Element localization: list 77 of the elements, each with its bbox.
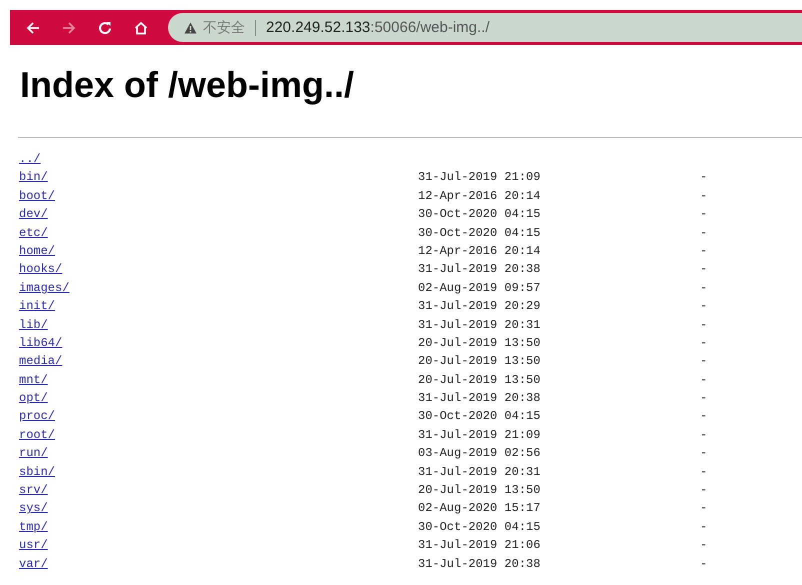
directory-link[interactable]: ../ <box>19 150 418 168</box>
directory-link[interactable]: lib/ <box>19 316 418 334</box>
right-arrow-icon <box>61 20 77 36</box>
modified-date: 31-Jul-2019 20:31 <box>418 316 542 334</box>
file-size: - <box>700 426 708 444</box>
file-size: - <box>700 445 708 462</box>
modified-date: 20-Jul-2019 13:50 <box>418 482 542 500</box>
file-size: - <box>700 188 708 205</box>
file-size: - <box>700 464 708 481</box>
file-size: - <box>700 482 708 500</box>
modified-date: 31-Jul-2019 20:31 <box>418 464 542 481</box>
directory-link[interactable]: home/ <box>19 242 418 260</box>
modified-date: 30-Oct-2020 04:15 <box>418 224 542 242</box>
directory-link[interactable]: opt/ <box>19 389 418 408</box>
page-heading: Index of /web-img../ <box>20 63 356 107</box>
file-size: - <box>700 537 708 554</box>
modified-date: 31-Jul-2019 20:29 <box>418 298 542 316</box>
modified-date: 30-Oct-2020 04:15 <box>418 408 542 426</box>
url-path: :50066/web-img../ <box>370 19 490 36</box>
modified-date: 03-Aug-2019 02:56 <box>418 445 542 462</box>
directory-link[interactable]: tmp/ <box>19 518 418 536</box>
file-size: - <box>700 372 708 389</box>
file-size: - <box>700 518 708 536</box>
modified-date: 31-Jul-2019 20:38 <box>418 556 542 573</box>
directory-link[interactable]: usr/ <box>19 536 418 555</box>
modified-date: 20-Jul-2019 13:50 <box>418 353 542 370</box>
directory-link[interactable]: proc/ <box>19 407 418 426</box>
directory-link[interactable]: images/ <box>19 278 418 298</box>
directory-link[interactable]: sbin/ <box>19 462 418 482</box>
file-size: - <box>700 169 708 186</box>
file-size: - <box>700 206 708 224</box>
security-label: 不安全 <box>203 18 245 36</box>
file-size: - <box>700 224 708 242</box>
url-host: 220.249.52.133 <box>266 19 370 36</box>
file-size: - <box>700 280 708 297</box>
directory-link[interactable]: hooks/ <box>19 260 418 279</box>
directory-link[interactable]: init/ <box>19 297 418 316</box>
address-bar[interactable]: 不安全 220.249.52.133:50066/web-img../ <box>168 13 802 42</box>
directory-link[interactable]: sys/ <box>19 499 418 518</box>
modified-date: 20-Jul-2019 13:50 <box>418 372 542 389</box>
modified-date: 31-Jul-2019 21:06 <box>418 537 542 554</box>
home-icon <box>133 20 149 36</box>
modified-date: 12-Apr-2016 20:14 <box>418 242 542 260</box>
directory-link[interactable]: etc/ <box>19 224 418 242</box>
directory-link[interactable]: media/ <box>19 352 418 371</box>
warning-icon <box>184 22 197 34</box>
directory-link[interactable]: var/ <box>19 554 418 573</box>
file-size: - <box>700 556 708 573</box>
directory-link[interactable]: dev/ <box>19 205 418 224</box>
directory-link[interactable]: mnt/ <box>19 370 418 390</box>
directory-link[interactable]: lib64/ <box>19 334 418 352</box>
modified-date: 02-Aug-2019 09:57 <box>418 280 542 297</box>
reload-icon <box>97 20 113 36</box>
file-size: - <box>700 390 708 408</box>
modified-date: 12-Apr-2016 20:14 <box>418 188 542 205</box>
file-size: - <box>700 500 708 518</box>
modified-date: 20-Jul-2019 13:50 <box>418 334 542 352</box>
directory-link[interactable]: srv/ <box>19 481 418 500</box>
file-size: - <box>700 408 708 426</box>
modified-date: 30-Oct-2020 04:15 <box>418 518 542 536</box>
file-size: - <box>700 316 708 334</box>
directory-link[interactable]: bin/ <box>19 168 418 187</box>
file-size: - <box>700 334 708 352</box>
modified-date: 02-Aug-2020 15:17 <box>418 500 542 518</box>
modified-date: 30-Oct-2020 04:15 <box>418 206 542 224</box>
file-size: - <box>700 242 708 260</box>
file-size: - <box>700 298 708 316</box>
modified-date: 31-Jul-2019 20:38 <box>418 261 542 278</box>
left-arrow-icon <box>25 20 41 36</box>
modified-date: 31-Jul-2019 20:38 <box>418 390 542 408</box>
directory-link[interactable]: root/ <box>19 426 418 444</box>
modified-date: 31-Jul-2019 21:09 <box>418 426 542 444</box>
directory-link[interactable]: run/ <box>19 444 418 463</box>
file-size: - <box>700 353 708 370</box>
file-size: - <box>700 261 708 278</box>
modified-date: 31-Jul-2019 21:09 <box>418 169 542 186</box>
directory-link[interactable]: boot/ <box>19 186 418 206</box>
